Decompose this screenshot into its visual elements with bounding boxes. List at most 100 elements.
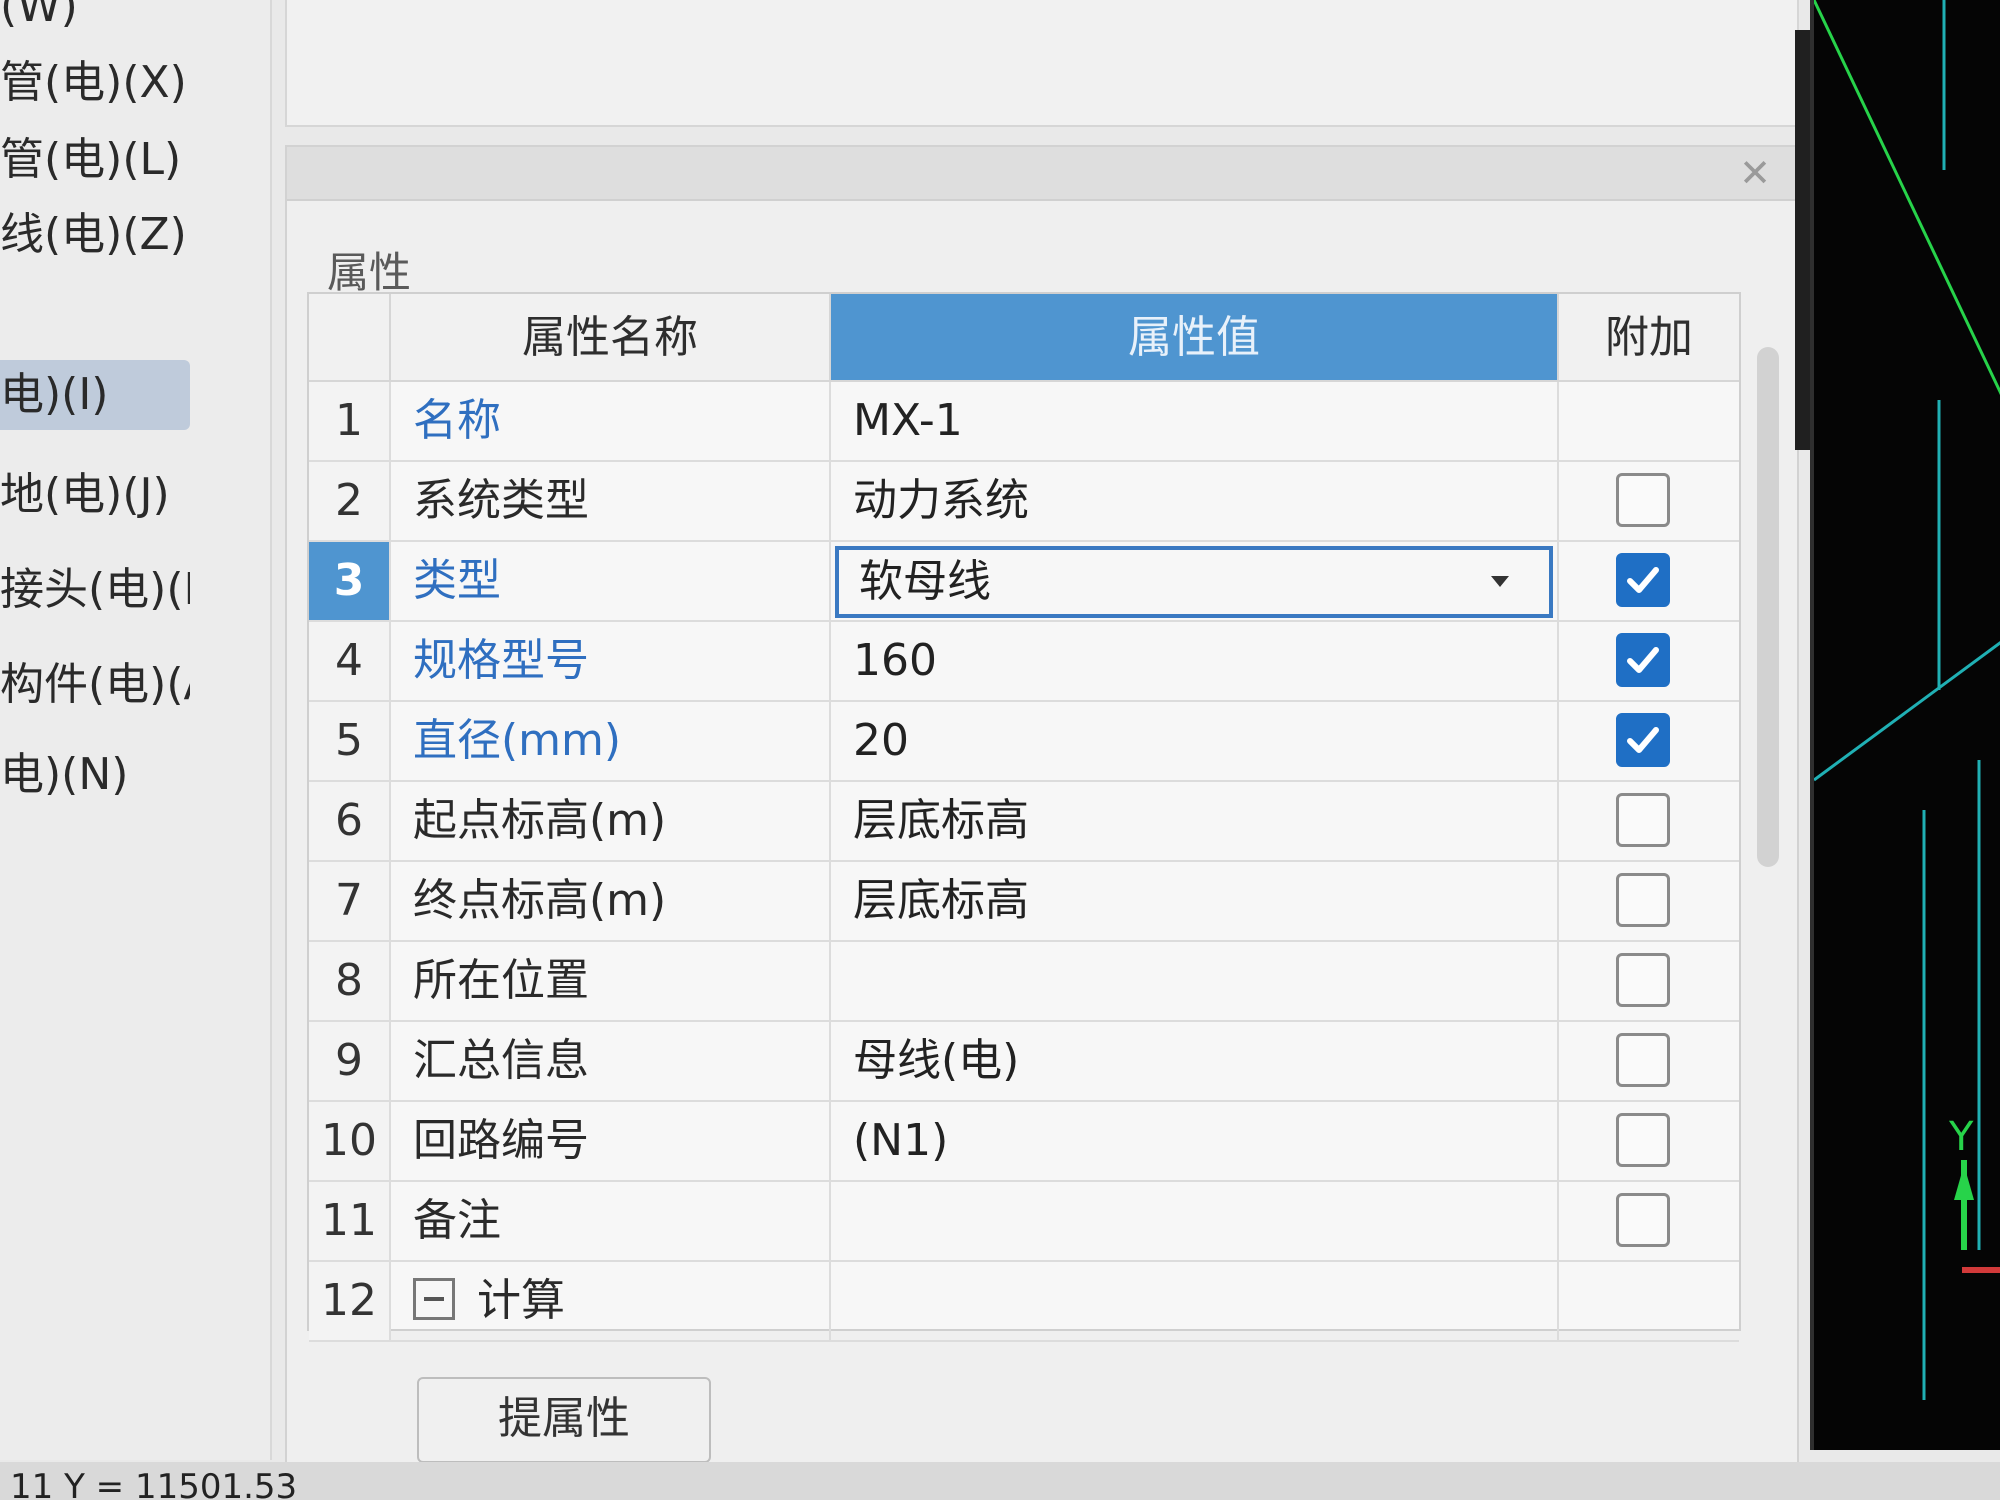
extra-checkbox-checked[interactable] <box>1616 713 1670 767</box>
property-name: 终点标高(m) <box>391 862 831 940</box>
row-number[interactable]: 7 <box>309 862 391 940</box>
extract-properties-button[interactable]: 提属性 <box>417 1377 711 1463</box>
extra-checkbox[interactable] <box>1616 1113 1670 1167</box>
extra-checkbox[interactable] <box>1616 793 1670 847</box>
property-name-label: 规格型号 <box>413 635 589 686</box>
row-number[interactable]: 2 <box>309 462 391 540</box>
property-row[interactable]: 6 起点标高(m) 层底标高 <box>309 782 1739 862</box>
extra-cell <box>1559 1022 1739 1100</box>
property-value[interactable]: 20 <box>831 702 1559 780</box>
property-name: 系统类型 <box>391 462 831 540</box>
property-name: 计算 <box>391 1262 831 1340</box>
property-value[interactable]: 层底标高 <box>831 782 1559 860</box>
property-value[interactable] <box>831 1182 1559 1260</box>
property-name-label: 系统类型 <box>413 475 589 526</box>
property-name-label: 计算 <box>477 1275 565 1326</box>
tree-item-r[interactable]: 接头(电)(R) <box>0 555 190 625</box>
splitter-handle[interactable] <box>1795 30 1810 450</box>
tree-item-a[interactable]: 构件(电)(A) <box>0 650 190 720</box>
property-name: 名称 <box>391 382 831 460</box>
tree-item-i-selected[interactable]: 电)(I) <box>0 360 190 430</box>
property-name: 规格型号 <box>391 622 831 700</box>
extra-cell <box>1559 622 1739 700</box>
extra-cell <box>1559 542 1739 620</box>
extra-checkbox[interactable] <box>1616 873 1670 927</box>
property-row[interactable]: 7 终点标高(m) 层底标高 <box>309 862 1739 942</box>
property-row[interactable]: 8 所在位置 <box>309 942 1739 1022</box>
property-value[interactable]: 动力系统 <box>831 462 1559 540</box>
grid-scrollbar[interactable] <box>1757 347 1779 867</box>
extra-checkbox[interactable] <box>1616 1193 1670 1247</box>
row-number[interactable]: 5 <box>309 702 391 780</box>
property-name: 备注 <box>391 1182 831 1260</box>
row-number[interactable]: 10 <box>309 1102 391 1180</box>
extra-checkbox[interactable] <box>1616 473 1670 527</box>
row-number[interactable]: 11 <box>309 1182 391 1260</box>
property-row[interactable]: 11 备注 <box>309 1182 1739 1262</box>
property-value[interactable]: 母线(电) <box>831 1022 1559 1100</box>
property-row[interactable]: 5 直径(mm) 20 <box>309 702 1739 782</box>
collapse-icon[interactable] <box>413 1278 455 1320</box>
property-name: 所在位置 <box>391 942 831 1020</box>
property-name-label: 起点标高(m) <box>413 795 667 846</box>
property-value[interactable] <box>831 1262 1559 1340</box>
header-property-name[interactable]: 属性名称 <box>391 294 831 382</box>
tree-item-l[interactable]: 管(电)(L) <box>0 125 190 195</box>
tree-item-w[interactable]: (W) <box>0 0 190 42</box>
extra-cell <box>1559 782 1739 860</box>
property-row[interactable]: 9 汇总信息 母线(电) <box>309 1022 1739 1102</box>
row-number[interactable]: 1 <box>309 382 391 460</box>
extra-cell <box>1559 462 1739 540</box>
property-grid: 属性名称 属性值 附加 1 名称 MX-1 2 系统类型 动力系统 3 类型 软母线 4 规格型号 1… <box>307 292 1741 1342</box>
row-number[interactable]: 9 <box>309 1022 391 1100</box>
tree-item-z[interactable]: 线(电)(Z) <box>0 200 190 270</box>
extra-checkbox-checked[interactable] <box>1616 633 1670 687</box>
property-value[interactable]: 160 <box>831 622 1559 700</box>
extra-checkbox[interactable] <box>1616 953 1670 1007</box>
property-name: 起点标高(m) <box>391 782 831 860</box>
property-row[interactable]: 2 系统类型 动力系统 <box>309 462 1739 542</box>
extra-checkbox-checked[interactable] <box>1616 553 1670 607</box>
extra-cell <box>1559 1182 1739 1260</box>
property-name-label: 直径(mm) <box>413 715 622 766</box>
property-name-label: 汇总信息 <box>413 1035 589 1086</box>
property-name-label: 所在位置 <box>413 955 589 1006</box>
property-row[interactable]: 3 类型 软母线 <box>309 542 1739 622</box>
extra-cell <box>1559 862 1739 940</box>
property-row[interactable]: 1 名称 MX-1 <box>309 382 1739 462</box>
extra-cell <box>1559 382 1739 460</box>
type-dropdown[interactable]: 软母线 <box>835 546 1553 618</box>
property-value[interactable]: (N1) <box>831 1102 1559 1180</box>
tree-item-n[interactable]: 电)(N) <box>0 740 190 810</box>
property-row[interactable]: 12 计算 <box>309 1262 1739 1342</box>
tree-item-j[interactable]: 地(电)(J) <box>0 460 190 530</box>
property-name: 类型 <box>391 542 831 620</box>
row-number[interactable]: 12 <box>309 1262 391 1340</box>
type-dropdown-value: 软母线 <box>859 556 991 607</box>
property-name: 回路编号 <box>391 1102 831 1180</box>
property-row[interactable]: 4 规格型号 160 <box>309 622 1739 702</box>
property-name-label: 回路编号 <box>413 1115 589 1166</box>
row-number[interactable]: 3 <box>309 542 391 620</box>
property-panel: ✕ 属性 属性名称 属性值 附加 1 名称 MX-1 2 系统类型 动力系统 3 类型 软母线 4… <box>285 145 1799 1464</box>
header-index <box>309 294 391 382</box>
extra-checkbox[interactable] <box>1616 1033 1670 1087</box>
property-row[interactable]: 10 回路编号 (N1) <box>309 1102 1739 1182</box>
panel-titlebar[interactable]: ✕ <box>287 147 1797 201</box>
status-bar: 11 Y = 11501.53 <box>0 1462 2000 1500</box>
tree-item-x[interactable]: 管(电)(X) <box>0 48 190 118</box>
row-number[interactable]: 4 <box>309 622 391 700</box>
header-extra[interactable]: 附加 <box>1559 294 1739 382</box>
row-number[interactable]: 8 <box>309 942 391 1020</box>
dropdown-arrow-icon[interactable] <box>1491 576 1509 587</box>
property-name-label: 类型 <box>413 555 501 606</box>
extra-cell <box>1559 1102 1739 1180</box>
property-value[interactable] <box>831 942 1559 1020</box>
property-name: 汇总信息 <box>391 1022 831 1100</box>
property-value[interactable]: MX-1 <box>831 382 1559 460</box>
close-icon[interactable]: ✕ <box>1735 153 1775 193</box>
cad-viewport[interactable]: Y <box>1810 0 2000 1450</box>
header-property-value[interactable]: 属性值 <box>831 294 1559 382</box>
row-number[interactable]: 6 <box>309 782 391 860</box>
property-value[interactable]: 层底标高 <box>831 862 1559 940</box>
